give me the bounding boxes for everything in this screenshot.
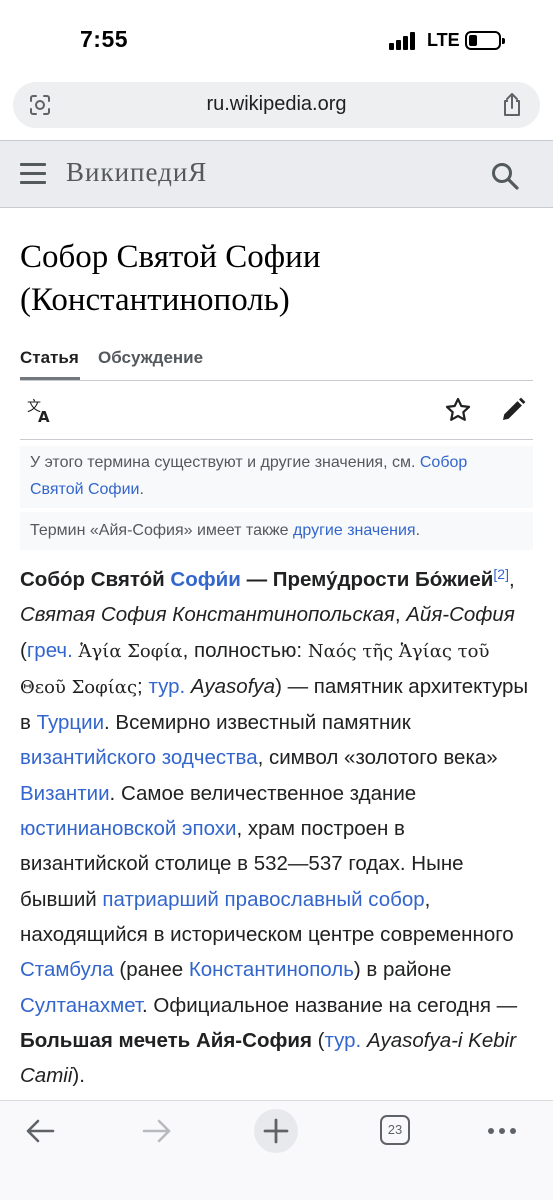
battery-icon	[465, 31, 505, 50]
search-icon[interactable]	[490, 161, 520, 191]
url-text[interactable]: ru.wikipedia.org	[13, 93, 540, 116]
forward-icon[interactable]	[142, 1118, 172, 1144]
article-link[interactable]: Софи́и	[170, 568, 240, 591]
hatnote-end: .	[139, 481, 144, 498]
text: , символ «золотого века»	[257, 746, 498, 770]
page-title: Собор Святой Софии (Константинополь)	[20, 239, 321, 318]
lead-italic: Ayasofya	[190, 674, 276, 698]
translate-icon[interactable]: 文 A	[27, 398, 55, 424]
lead-italic: Айя-София	[406, 603, 515, 627]
tab-talk[interactable]: Обсуждение	[98, 348, 203, 368]
lead-bold: — Прему́дрости Бо́жией	[240, 568, 494, 591]
lead-italic: Святая София Константинопольская	[20, 603, 395, 627]
text: , полностью:	[182, 638, 308, 662]
lead-bold: Собо́р Свято́й	[20, 568, 171, 591]
tab-switcher-button[interactable]: 23	[380, 1115, 410, 1145]
text: (	[311, 1028, 325, 1052]
text: . Официальное название на сегодня —	[142, 993, 518, 1017]
plus-icon	[263, 1118, 289, 1144]
menu-icon[interactable]	[20, 163, 46, 185]
active-tab-indicator	[20, 377, 80, 380]
hatnote: Термин «Айя-София» имеет также другие зн…	[20, 512, 533, 550]
text: . Всемирно известный памятник	[104, 711, 411, 735]
article-link[interactable]: византийского зодчества	[20, 746, 258, 769]
wiki-header: ВикипедиЯ	[0, 140, 553, 208]
address-bar[interactable]: ru.wikipedia.org	[13, 82, 540, 128]
text: ) в районе	[353, 958, 452, 982]
text: ,	[394, 603, 407, 627]
greek-name: Ἁγία Σοφία	[78, 640, 183, 662]
share-icon[interactable]	[500, 92, 524, 118]
wikipedia-wordmark[interactable]: ВикипедиЯ	[66, 157, 207, 188]
text: . Самое величественное здание	[109, 781, 417, 805]
hatnote-link[interactable]: другие значения	[293, 522, 416, 539]
page-actions: 文 A	[20, 382, 533, 440]
hatnote-text: Термин «Айя-София» имеет также	[30, 522, 294, 539]
text: ,	[508, 568, 515, 591]
article-link[interactable]: Султанахмет	[20, 994, 142, 1017]
text: ).	[72, 1064, 85, 1088]
status-bar: 7:55 LTE	[0, 0, 553, 82]
svg-text:A: A	[38, 408, 50, 424]
hatnote-end: .	[415, 522, 421, 539]
signal-icon	[389, 32, 419, 50]
text: (	[20, 638, 27, 662]
edit-icon[interactable]	[499, 396, 527, 424]
article-link[interactable]: греч.	[27, 639, 73, 662]
new-tab-button[interactable]	[254, 1109, 298, 1153]
reference-link[interactable]: [2]	[493, 566, 509, 582]
star-icon[interactable]	[444, 396, 472, 424]
back-icon[interactable]	[25, 1118, 55, 1144]
article-link[interactable]: патриарший православный собор	[102, 888, 424, 911]
network-label: LTE	[427, 30, 460, 50]
page-tabs: Статья Обсуждение	[20, 340, 533, 381]
article-link[interactable]: тур.	[148, 675, 185, 698]
article-link[interactable]: юстиниановской эпохи	[20, 817, 236, 840]
lead-bold: Большая мечеть Айя-София	[20, 1028, 312, 1052]
text: ;	[137, 674, 149, 698]
text: (ранее	[113, 958, 189, 982]
article-link[interactable]: Константинополь	[189, 958, 354, 981]
more-icon[interactable]	[488, 1128, 518, 1136]
hatnote-text: У этого термина существуют и другие знач…	[30, 454, 416, 471]
status-time: 7:55	[80, 26, 129, 52]
article-lead: Собо́р Свято́й Софи́и — Прему́дрости Бо́…	[20, 562, 533, 1093]
article-link[interactable]: Византии	[20, 782, 110, 805]
hatnote: У этого термина существуют и другие знач…	[20, 446, 533, 508]
article-link[interactable]: Турции	[37, 711, 104, 734]
tab-article[interactable]: Статья	[20, 348, 79, 368]
browser-toolbar: 23	[0, 1100, 553, 1200]
article-link[interactable]: Стамбула	[20, 958, 114, 981]
article-link[interactable]: тур.	[325, 1029, 362, 1052]
